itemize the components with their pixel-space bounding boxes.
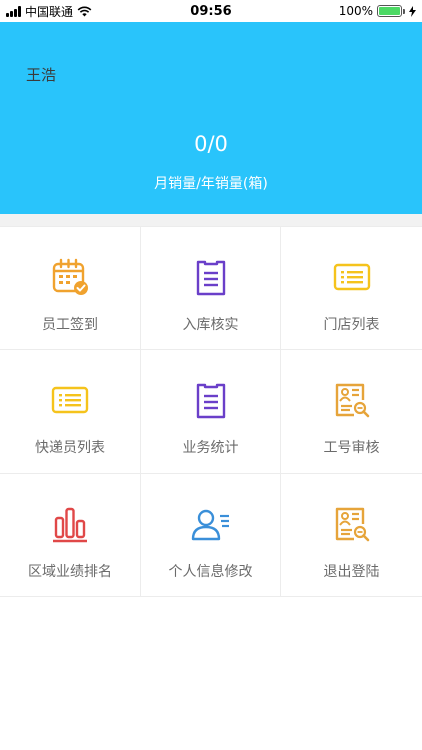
menu-item-profile-edit[interactable]: 个人信息修改 (141, 473, 281, 597)
menu-item-label: 工号审核 (323, 440, 380, 457)
user-name: 王浩 (26, 66, 57, 84)
bar-chart-icon (53, 507, 87, 542)
menu-item-label: 门店列表 (323, 317, 380, 333)
battery-tip (403, 8, 405, 14)
status-bar-right: 100% (266, 4, 416, 18)
signal-icon (6, 5, 21, 17)
menu-item-label: 快递员列表 (35, 440, 105, 457)
menu-item-employee-checkin[interactable]: 员工签到 (0, 227, 141, 351)
battery-fill (379, 7, 400, 15)
list-card-icon (333, 263, 370, 291)
sales-label: 月销量/年销量(箱) (154, 176, 268, 192)
id-card-search-icon (335, 507, 369, 541)
menu-item-label: 区域业绩排名 (28, 563, 112, 580)
menu-item-business-stats[interactable]: 业务统计 (141, 350, 281, 474)
menu-item-stock-verify[interactable]: 入库核实 (141, 227, 281, 351)
menu-item-label: 退出登陆 (323, 563, 380, 580)
menu-item-logout[interactable]: 退出登陆 (281, 474, 422, 597)
calendar-check-icon (52, 258, 88, 295)
list-card-icon (51, 387, 89, 414)
menu-item-label: 个人信息修改 (168, 563, 253, 580)
wifi-icon (77, 6, 92, 16)
charging-icon (409, 5, 416, 17)
menu-item-label: 入库核实 (182, 317, 239, 333)
clipboard-icon (196, 384, 225, 419)
sales-value: 0/0 (194, 132, 228, 156)
menu-item-store-list[interactable]: 门店列表 (281, 227, 422, 351)
menu-item-courier-list[interactable]: 快递员列表 (0, 350, 141, 474)
menu-item-label: 业务统计 (182, 440, 239, 457)
menu-item-label: 员工签到 (42, 317, 98, 333)
battery-icon (377, 5, 402, 17)
header-banner: 王浩 0/0 月销量/年销量(箱) (0, 22, 422, 214)
section-divider (0, 214, 422, 226)
user-edit-icon (191, 509, 229, 540)
battery-percent: 100% (338, 4, 373, 18)
status-bar: 中国联通 09:56 100% (0, 0, 422, 22)
menu-item-region-ranking[interactable]: 区域业绩排名 (0, 473, 141, 597)
status-bar-left: 中国联通 (6, 3, 156, 20)
menu-item-id-review[interactable]: 工号审核 (281, 350, 422, 474)
id-card-search-icon (335, 384, 369, 418)
menu-grid: 员工签到 入库核实 门店列表 快递员列表 业务统计 工号审核 区域业绩排名 个人… (0, 226, 422, 597)
carrier-name: 中国联通 (25, 4, 74, 19)
clipboard-icon (196, 260, 225, 296)
